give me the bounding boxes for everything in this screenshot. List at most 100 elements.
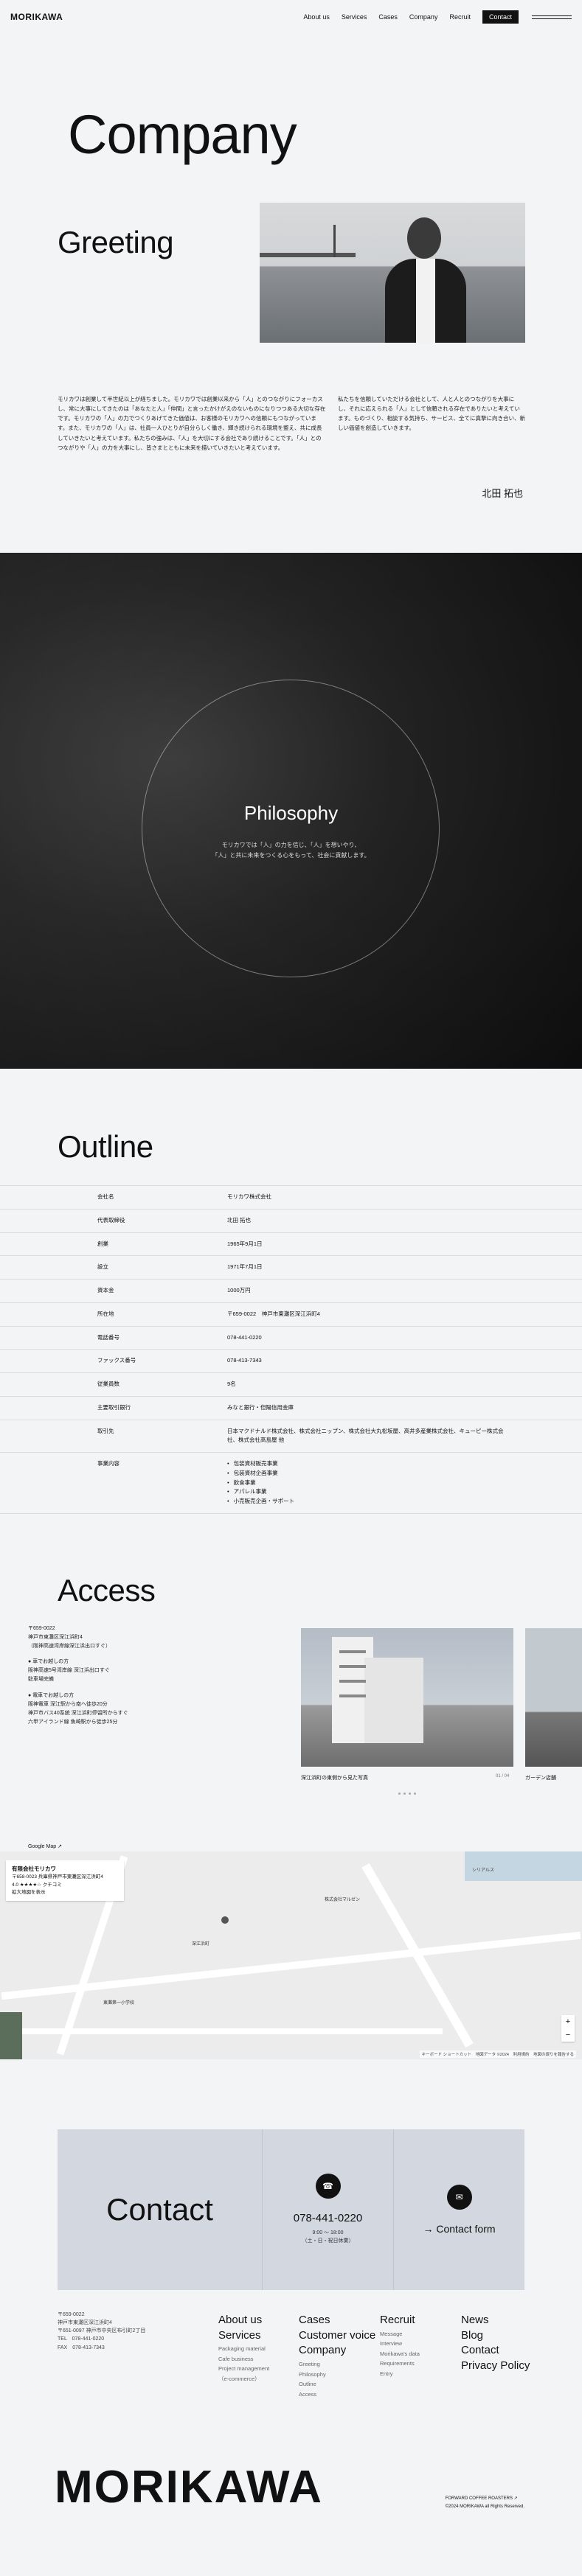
footer-link-customer-voice[interactable]: Customer voice (299, 2329, 375, 2343)
table-row: 取引先 日本マクドナルド株式会社、株式会社ニップン、株式会社大丸松坂屋、高井多産業… (0, 1420, 582, 1453)
table-value: 9名 (227, 1381, 236, 1387)
contact-phone[interactable]: ☎ 078-441-0220 9:00 〜 18:00 （土・日・祝日休業） (263, 2129, 394, 2290)
contact-title: Contact (58, 2129, 263, 2290)
car-heading: ● 車でお越しの方 (28, 1659, 69, 1665)
greeting-text: モリカワは創業して半世紀以上が経ちました。モリカワでは創業以来から「人」とのつな… (0, 394, 582, 512)
footer-link-cases[interactable]: Cases (299, 2314, 375, 2328)
footer-sublink[interactable]: Requirements (380, 2359, 420, 2369)
footer-sublink[interactable]: Message (380, 2329, 420, 2339)
table-key: 会社名 (97, 1193, 114, 1200)
footer-sublink[interactable]: Interview (380, 2339, 420, 2349)
footer-link-recruit[interactable]: Recruit (380, 2314, 420, 2328)
footer-col-news: News Blog Contact Privacy Policy (461, 2314, 530, 2375)
footer-sublink[interactable]: Project management (218, 2364, 269, 2374)
footer-col-recruit: Recruit Message Interview Morikawa's dat… (380, 2314, 420, 2378)
forward-coffee-link[interactable]: FORWARD COFFEE ROASTERS ↗ (446, 2496, 518, 2501)
footer-link-news[interactable]: News (461, 2314, 530, 2328)
footer-link-privacy[interactable]: Privacy Policy (461, 2359, 530, 2373)
table-key: 電話番号 (97, 1333, 119, 1341)
access-photo-garden[interactable] (525, 1627, 582, 1767)
nav-about[interactable]: About us (303, 13, 330, 21)
table-value: 1965年9月1日 (227, 1240, 263, 1247)
table-value: 1971年7月1日 (227, 1263, 263, 1271)
slider-dots[interactable] (398, 1792, 416, 1795)
footer-sublink[interactable]: Philosophy (299, 2370, 375, 2380)
footer-link-about[interactable]: About us (218, 2314, 269, 2328)
footer-link-services[interactable]: Services (218, 2329, 269, 2343)
footer-sublink[interactable]: Packaging material (218, 2344, 269, 2354)
table-value: モリカワ株式会社 (227, 1193, 271, 1200)
map-place-card: 有限会社モリカワ 〒658-0023 兵庫県神戸市東灘区深江浜町4 4.0 ★★… (6, 1860, 124, 1902)
site-footer: 〒659-0022 神戸市東灘区深江浜町4 〒651-0097 神戸市中央区布引… (0, 2290, 582, 2533)
view-larger-map-link[interactable]: 拡大地図を表示 (12, 1890, 46, 1895)
list-item: 包装資材販売事業 (227, 1459, 508, 1469)
photo-caption-2: ガーデン店舗 (525, 1775, 556, 1781)
access-title: Access (58, 1572, 156, 1608)
greeting-text-right: 私たちを信頼していただける会社として、人と人とのつながりを大事にし、それに応えら… (338, 396, 525, 432)
footer-sublink[interactable]: Access (299, 2390, 375, 2400)
footer-link-company[interactable]: Company (299, 2344, 375, 2358)
outline-title: Outline (58, 1129, 153, 1164)
site-header: MORIKAWA About us Services Cases Company… (0, 0, 582, 34)
table-value: 1000万円 (227, 1287, 251, 1294)
access-info: 〒659-0022 神戸市東灘区深江浜町4 （阪神高速湾岸線深江浜出口すぐ） ●… (28, 1624, 205, 1734)
footer-sublink[interactable]: Outline (299, 2379, 375, 2390)
logo[interactable]: MORIKAWA (10, 12, 63, 22)
map-section: Google Map ↗ 株式会社マルゼン 深江浜町 東灘第一小学校 シリアルス… (0, 1838, 582, 2059)
contact-form-box[interactable]: ✉ → Contact form (394, 2129, 524, 2290)
footer-col-about: About us Services Packaging material Caf… (218, 2314, 269, 2384)
ceo-photo (260, 203, 525, 343)
list-item: アパレル事業 (227, 1487, 508, 1497)
nav-company[interactable]: Company (409, 13, 438, 21)
table-value: 078-413-7343 (227, 1357, 262, 1364)
map-zoom-control[interactable]: + − (561, 2014, 575, 2042)
footer-address: 〒659-0022 神戸市東灘区深江浜町4 〒651-0097 神戸市中央区布引… (58, 2311, 146, 2350)
page-title: Company (68, 104, 297, 165)
mail-icon: ✉ (446, 2184, 472, 2210)
table-key: 所在地 (97, 1310, 114, 1317)
table-key: 事業内容 (97, 1460, 119, 1467)
table-key: 従業員数 (97, 1381, 119, 1387)
google-map[interactable]: 株式会社マルゼン 深江浜町 東灘第一小学校 シリアルス 有限会社モリカワ 〒65… (0, 1851, 582, 2059)
map-pin-icon[interactable] (221, 1916, 229, 1924)
table-row: 設立 1971年7月1日 (0, 1256, 582, 1280)
phone-icon: ☎ (315, 2174, 341, 2199)
footer-sublink[interactable]: （e-commerce） (218, 2374, 269, 2384)
table-value: 北田 拓也 (227, 1216, 252, 1224)
access-photo-building[interactable] (301, 1627, 513, 1767)
access-section: Access 〒659-0022 神戸市東灘区深江浜町4 （阪神高速湾岸線深江浜… (0, 1514, 582, 1795)
footer-sublink[interactable]: Entry (380, 2369, 420, 2379)
menu-icon[interactable] (532, 15, 572, 19)
footer-link-contact[interactable]: Contact (461, 2344, 530, 2358)
footer-link-blog[interactable]: Blog (461, 2329, 530, 2343)
philosophy-section: Philosophy モリカワでは「人」の力を信じ、「人」を想いやり、 「人」と… (0, 553, 582, 1069)
table-row: 所在地 〒659-0022 神戸市東灘区深江浜町4 (0, 1303, 582, 1327)
table-row: 代表取締役 北田 拓也 (0, 1210, 582, 1233)
footer-sublink[interactable]: Greeting (299, 2359, 375, 2370)
table-row: 事業内容 包装資材販売事業包装資材企画事業飲食事業アパレル事業小売販売企画・サポー… (0, 1453, 582, 1514)
greeting-text-left: モリカワは創業して半世紀以上が経ちました。モリカワでは創業以来から「人」とのつな… (58, 396, 326, 451)
footer-sublink[interactable]: Morikawa's data (380, 2349, 420, 2359)
outline-table: 会社名 モリカワ株式会社 代表取締役 北田 拓也 創業 1965年9月1日 設立 1971年7… (0, 1185, 582, 1514)
nav-contact-button[interactable]: Contact (482, 10, 519, 24)
google-map-link[interactable]: Google Map ↗ (28, 1844, 62, 1849)
contact-form-link[interactable]: → Contact form (423, 2223, 495, 2235)
table-row: 主要取引銀行 みなと銀行・但陽信用金庫 (0, 1397, 582, 1420)
nav-services[interactable]: Services (342, 13, 367, 21)
footer-sublink[interactable]: Cafe business (218, 2354, 269, 2364)
signature: 北田 拓也 (482, 488, 523, 499)
footer-logo: MORIKAWA (55, 2461, 323, 2513)
photo-caption: 深江浜町の東側から見た写真 (301, 1775, 368, 1781)
philosophy-title: Philosophy (243, 802, 339, 824)
table-value: 日本マクドナルド株式会社、株式会社ニップン、株式会社大丸松坂屋、高井多産業株式会… (227, 1427, 504, 1444)
table-row: 電話番号 078-441-0220 (0, 1327, 582, 1350)
contact-tel[interactable]: 078-441-0220 (294, 2212, 362, 2224)
table-key: ファックス番号 (97, 1357, 136, 1364)
contact-hours: 9:00 〜 18:00 （土・日・祝日休業） (302, 2230, 354, 2244)
table-row: 会社名 モリカワ株式会社 (0, 1186, 582, 1210)
footer-col-cases: Cases Customer voice Company Greeting Ph… (299, 2314, 375, 2399)
table-key: 設立 (97, 1263, 108, 1271)
table-value: みなと銀行・但陽信用金庫 (227, 1403, 294, 1411)
nav-recruit[interactable]: Recruit (449, 13, 471, 21)
nav-cases[interactable]: Cases (378, 13, 398, 21)
